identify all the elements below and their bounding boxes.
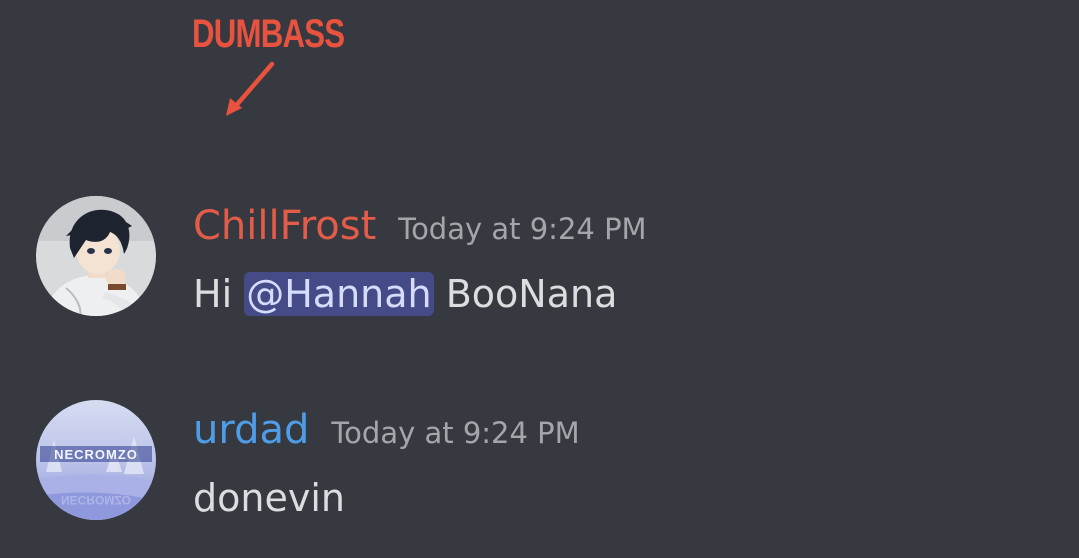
message-text: Hi <box>193 272 245 316</box>
timestamp: Today at 9:24 PM <box>398 212 647 246</box>
avatar-text: NECROMZO <box>54 447 138 462</box>
message-text: donevin <box>193 476 345 520</box>
necromzo-avatar-icon: NECROMZO NECROMZO <box>36 400 156 520</box>
message-header: urdad Today at 9:24 PM <box>193 402 580 461</box>
username[interactable]: urdad <box>193 407 309 453</box>
avatar[interactable]: NECROMZO NECROMZO <box>36 400 156 520</box>
annotation-arrow-icon <box>226 61 275 116</box>
anime-boy-avatar-icon <box>36 196 156 316</box>
message-content: Hi @Hannah BooNana <box>193 266 617 322</box>
user-mention[interactable]: @Hannah <box>244 272 434 316</box>
annotation-label: DUMBASS <box>192 12 345 56</box>
message-content: donevin <box>193 470 345 526</box>
chat-view: DUMBASS ChillFrost Today at 9:24 PM Hi @… <box>0 0 1079 558</box>
svg-text:NECROMZO: NECROMZO <box>61 493 131 507</box>
avatar[interactable] <box>36 196 156 316</box>
message-header: ChillFrost Today at 9:24 PM <box>193 198 647 257</box>
username[interactable]: ChillFrost <box>193 203 376 249</box>
message-text: BooNana <box>433 272 618 316</box>
timestamp: Today at 9:24 PM <box>331 416 580 450</box>
